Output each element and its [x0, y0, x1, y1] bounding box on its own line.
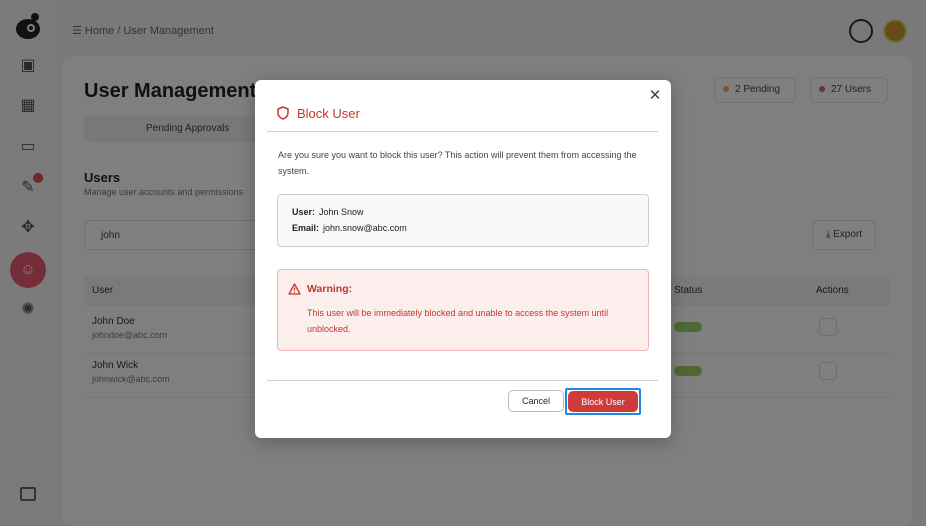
cancel-button[interactable]: Cancel [508, 390, 564, 412]
warning-icon [288, 283, 301, 295]
header-divider [267, 131, 658, 132]
user-info-box: User: John Snow Email: john.snow@abc.com [277, 194, 649, 247]
warning-box: Warning: This user will be immediately b… [277, 269, 649, 351]
user-value: John Snow [319, 207, 364, 217]
email-info-line: Email: john.snow@abc.com [292, 223, 407, 233]
email-value: john.snow@abc.com [323, 223, 407, 233]
warning-header: Warning: [288, 283, 352, 295]
dialog-title: Block User [297, 105, 360, 121]
footer-divider [267, 380, 658, 381]
user-label: User: [292, 207, 316, 217]
warning-title: Warning: [307, 283, 353, 295]
block-user-dialog: ✕ Block User Are you sure you want to bl… [255, 80, 671, 438]
email-label: Email: [292, 223, 320, 233]
close-icon[interactable]: ✕ [647, 88, 663, 104]
warning-text: This user will be immediately blocked an… [307, 308, 609, 334]
shield-icon [277, 106, 289, 120]
user-info-line: User: John Snow [292, 207, 364, 217]
block-user-button[interactable]: Block User [568, 391, 638, 412]
dialog-description: Are you sure you want to block this user… [278, 150, 637, 176]
dialog-header: Block User [277, 104, 360, 122]
